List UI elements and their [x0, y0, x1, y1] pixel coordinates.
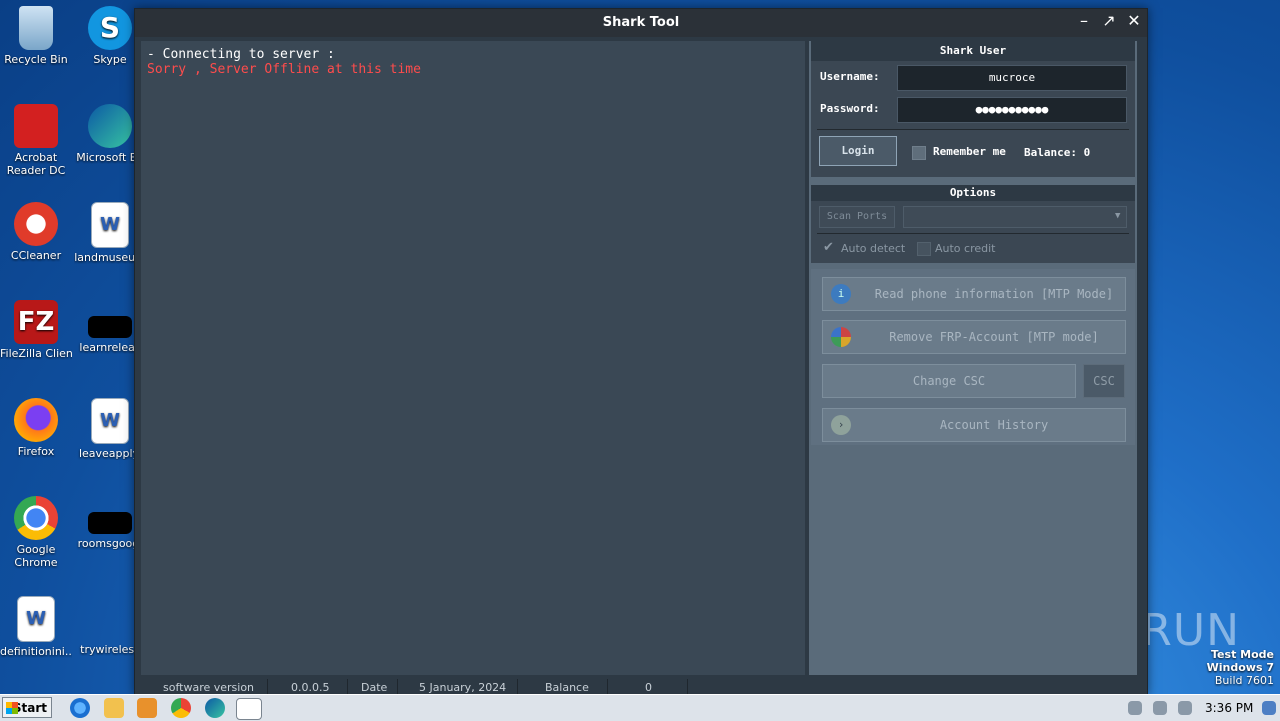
network-icon[interactable]: [1153, 701, 1167, 715]
remember-me-checkbox[interactable]: [912, 146, 926, 160]
read-phone-info-button[interactable]: i Read phone information [MTP Mode]: [822, 277, 1126, 311]
remember-me-label: Remember me: [933, 145, 1006, 158]
options-section-header: Options: [811, 185, 1135, 201]
shark-tool-taskbar-icon[interactable]: [236, 698, 262, 720]
filezilla-shortcut[interactable]: FZ FileZilla Client: [0, 294, 72, 360]
volume-icon[interactable]: [1128, 701, 1142, 715]
window-title: Shark Tool: [602, 15, 680, 30]
login-button[interactable]: Login: [819, 136, 897, 166]
shark-tool-window: Shark Tool – ↗ ✕ - Connecting to server …: [134, 8, 1148, 696]
username-label: Username:: [820, 70, 880, 83]
chrome-icon: [14, 496, 58, 540]
action-center-flag-icon[interactable]: [1178, 701, 1192, 715]
edge-taskbar-icon[interactable]: [205, 698, 225, 718]
blank-file-icon: [88, 316, 132, 338]
scan-ports-row: Scan Ports ▼: [811, 201, 1135, 233]
acrobat-icon: [14, 104, 58, 148]
checkmark-icon[interactable]: ✔: [823, 240, 834, 255]
csc-button[interactable]: CSC: [1083, 364, 1125, 398]
user-section: Shark User Username: mucroce Password: ●…: [811, 41, 1135, 177]
filezilla-icon: FZ: [14, 300, 58, 344]
log-output[interactable]: - Connecting to server : Sorry , Server …: [141, 41, 805, 675]
google-icon: [831, 327, 851, 347]
windows-logo-icon: [6, 702, 18, 714]
acrobat-shortcut[interactable]: Acrobat Reader DC: [0, 98, 72, 177]
blank-file-icon: [88, 512, 132, 534]
firefox-icon: [14, 398, 58, 442]
balance-status-label: Balance: [545, 681, 589, 694]
auto-credit-label: Auto credit: [935, 242, 996, 255]
log-line: - Connecting to server :: [147, 47, 335, 62]
auto-options-row: ✔ Auto detect Auto credit: [811, 234, 1135, 262]
options-section: Options Scan Ports ▼ ✔ Auto detect Auto …: [811, 185, 1135, 263]
blank-file-icon: [88, 596, 132, 640]
divider: [607, 679, 608, 695]
balance-status-value: 0: [645, 681, 652, 694]
edge-icon: [88, 104, 132, 148]
word-document-icon: W: [91, 202, 129, 248]
show-desktop-icon[interactable]: [1262, 701, 1276, 715]
divider: [687, 679, 688, 695]
history-icon: ›: [831, 415, 851, 435]
test-mode-label: Test Mode Windows 7 Build 7601: [1206, 648, 1274, 687]
firefox-shortcut[interactable]: Firefox: [0, 392, 72, 458]
account-history-button[interactable]: › Account History: [822, 408, 1126, 442]
auto-credit-checkbox[interactable]: [917, 242, 931, 256]
minimize-button[interactable]: –: [1073, 11, 1095, 30]
recycle-bin-icon: [19, 6, 53, 50]
skype-icon: S: [88, 6, 132, 50]
taskbar: Start 3:36 PM: [0, 694, 1280, 721]
login-row: Login Remember me Balance: 0: [811, 134, 1135, 174]
actions-section: i Read phone information [MTP Mode] Remo…: [811, 269, 1135, 445]
divider: [817, 129, 1129, 130]
port-select[interactable]: [903, 206, 1127, 228]
ccleaner-shortcut[interactable]: CCleaner: [0, 196, 72, 262]
divider: [267, 679, 268, 695]
definitionini-shortcut[interactable]: W definitionini...: [0, 590, 72, 658]
close-button[interactable]: ✕: [1123, 11, 1145, 30]
media-player-icon[interactable]: [137, 698, 157, 718]
scan-ports-button[interactable]: Scan Ports: [819, 206, 895, 228]
info-icon: i: [831, 284, 851, 304]
log-error-line: Sorry , Server Offline at this time: [147, 62, 421, 77]
status-bar: software version 0.0.0.5 Date 5 January,…: [141, 679, 1139, 695]
chrome-taskbar-icon[interactable]: [171, 698, 191, 718]
start-button[interactable]: Start: [2, 697, 52, 718]
side-panel: Shark User Username: mucroce Password: ●…: [809, 41, 1137, 675]
balance-label: Balance: 0: [1024, 146, 1091, 159]
recycle-bin-shortcut[interactable]: Recycle Bin: [0, 0, 72, 66]
chevron-down-icon: ▼: [1115, 211, 1121, 221]
chrome-shortcut[interactable]: Google Chrome: [0, 490, 72, 569]
divider: [517, 679, 518, 695]
internet-explorer-icon[interactable]: [70, 698, 90, 718]
file-explorer-icon[interactable]: [104, 698, 124, 718]
divider: [397, 679, 398, 695]
maximize-button[interactable]: ↗: [1098, 11, 1120, 30]
word-document-icon: W: [17, 596, 55, 642]
password-input[interactable]: ●●●●●●●●●●●: [897, 97, 1127, 123]
taskbar-clock[interactable]: 3:36 PM: [1205, 701, 1253, 715]
password-label: Password:: [820, 102, 880, 115]
software-version-value: 0.0.0.5: [291, 681, 330, 694]
divider: [347, 679, 348, 695]
title-bar[interactable]: Shark Tool – ↗ ✕: [135, 9, 1147, 37]
remove-frp-button[interactable]: Remove FRP-Account [MTP mode]: [822, 320, 1126, 354]
date-label: Date: [361, 681, 388, 694]
date-value: 5 January, 2024: [419, 681, 507, 694]
user-section-header: Shark User: [811, 41, 1135, 61]
software-version-label: software version: [163, 681, 255, 694]
ccleaner-icon: [14, 202, 58, 246]
password-row: Password: ●●●●●●●●●●●: [811, 93, 1135, 125]
username-input[interactable]: mucroce: [897, 65, 1127, 91]
change-csc-button[interactable]: Change CSC: [822, 364, 1076, 398]
word-document-icon: W: [91, 398, 129, 444]
auto-detect-label: Auto detect: [841, 242, 906, 255]
username-row: Username: mucroce: [811, 61, 1135, 93]
